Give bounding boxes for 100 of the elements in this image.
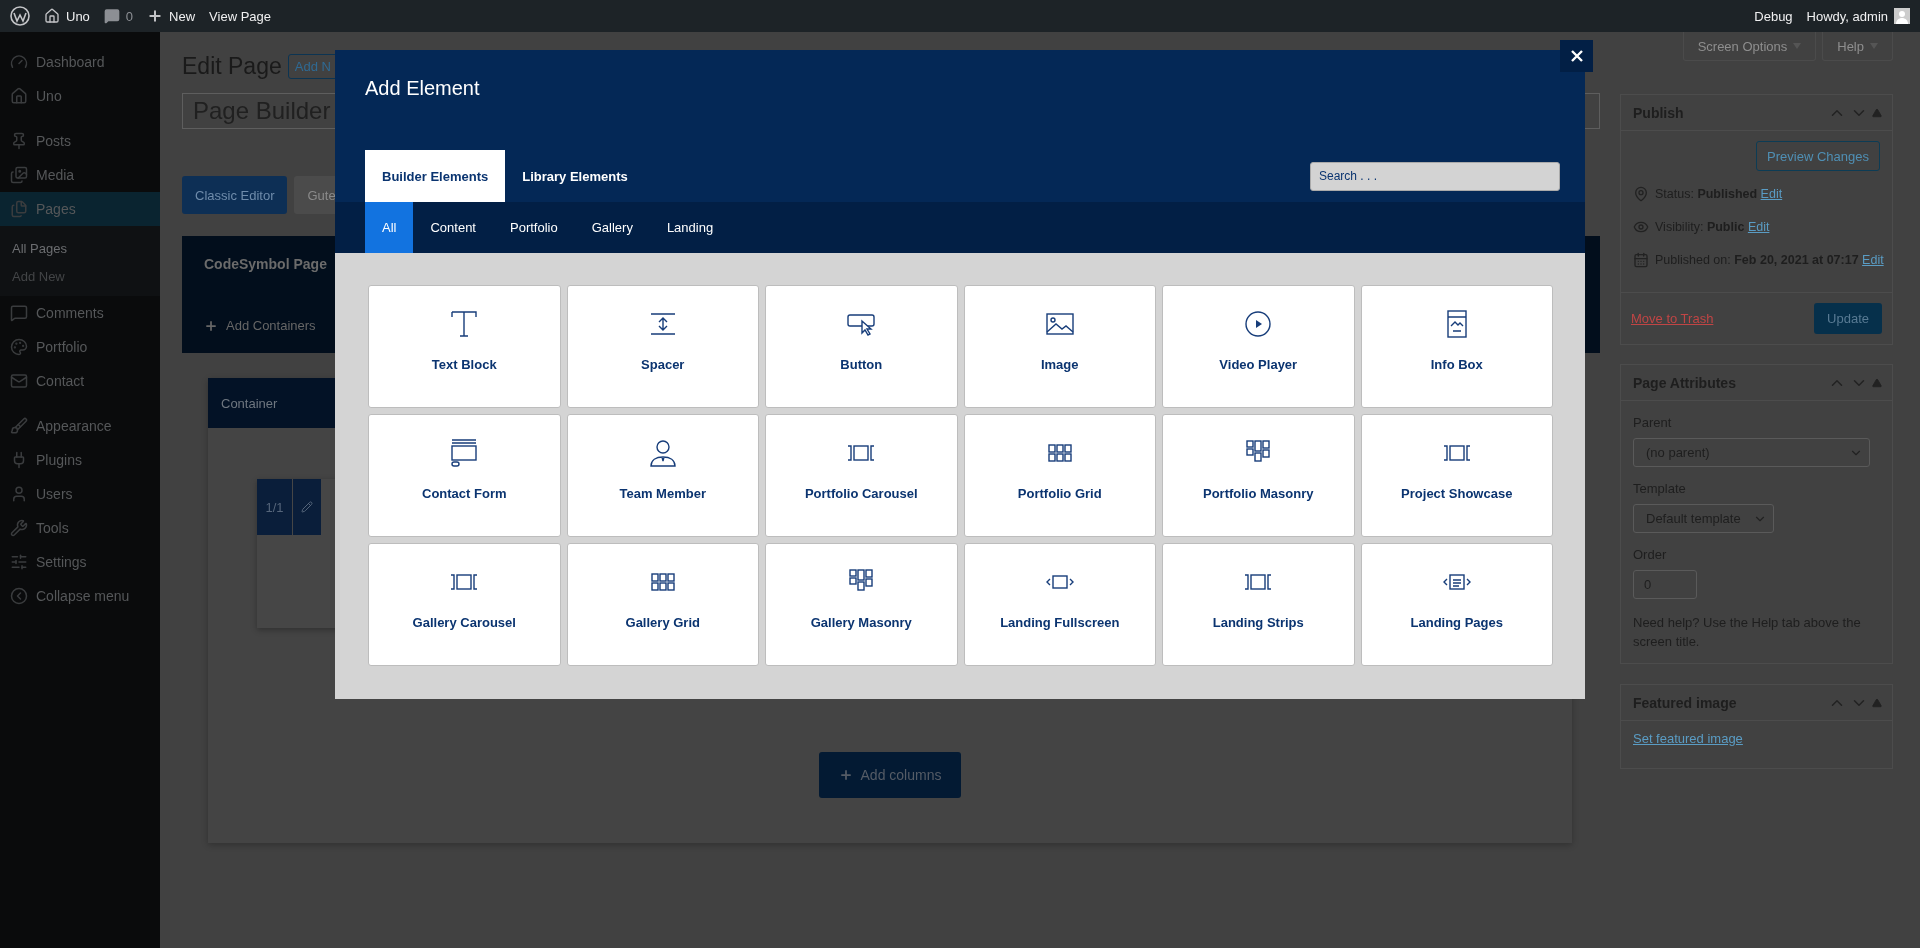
dashboard-icon [10,53,28,71]
element-label: Landing Strips [1212,615,1304,630]
element-label: Text Block [431,357,497,372]
element-card[interactable]: Landing Pages [1360,543,1553,666]
collapse-icon[interactable] [1872,107,1882,118]
collapse-icon[interactable] [1872,697,1882,708]
menu-item[interactable]: Appearance [0,409,160,443]
element-card[interactable]: Gallery Masonry [765,543,958,666]
column-size[interactable]: 1/1 [257,479,292,535]
element-label: Gallery Masonry [810,615,912,630]
featured-image-link[interactable]: Set featured image [1633,731,1743,746]
filter-tab[interactable]: Gallery [574,202,650,253]
element-label: Info Box [1430,357,1483,372]
tab[interactable]: Builder Elements [365,150,506,202]
add-columns-button[interactable]: Add columns [818,752,962,798]
menu-item[interactable]: Collapse menu [0,579,160,613]
wrench-icon [10,519,28,537]
home-icon [10,87,28,105]
element-card[interactable]: Portfolio Grid [963,414,1156,537]
menu-item[interactable]: Portfolio [0,330,160,364]
search-field[interactable]: Search . . . [1310,161,1560,191]
element-card[interactable]: Team Member [566,414,759,537]
edit-link[interactable]: Edit [1747,220,1770,234]
element-card[interactable]: Spacer [566,285,759,408]
element-label: Gallery Carousel [412,615,516,630]
edit-link[interactable]: Edit [1760,187,1783,201]
update-button[interactable]: Update [1814,303,1882,334]
element-card[interactable]: Landing Strips [1162,543,1355,666]
screen-tab-button[interactable]: Screen Options [1682,32,1817,61]
greeting-text: Howdy, admin [1806,8,1888,24]
edit-link[interactable]: Edit [1862,253,1884,267]
submenu-item[interactable]: All Pages [0,234,160,262]
menu-item[interactable]: Pages [0,192,160,226]
collapse-icon[interactable] [1872,377,1882,388]
element-card[interactable]: Button [765,285,958,408]
view-page-link[interactable]: View Page [209,8,272,24]
element-label: Portfolio Masonry [1203,486,1314,501]
filter-tab[interactable]: All [365,202,414,253]
element-label: Image [1040,357,1079,372]
element-label: Gallery Grid [625,615,700,630]
filter-tab[interactable]: Portfolio [493,202,575,253]
dialog-title: Add Element [365,77,481,100]
menu-item[interactable]: Users [0,477,160,511]
element-card[interactable]: Project Showcase [1360,414,1553,537]
images-icon [10,166,28,184]
pin-icon [10,132,28,150]
element-label: Landing Pages [1410,615,1503,630]
element-card[interactable]: Landing Fullscreen [963,543,1156,666]
element-label: Spacer [641,357,685,372]
menu-item[interactable]: Dashboard [0,45,160,79]
element-label: Button [840,357,883,372]
element-label: Landing Fullscreen [1000,615,1120,630]
menu-item[interactable]: Contact [0,364,160,398]
brush-icon [10,417,28,435]
element-card[interactable]: Info Box [1360,285,1553,408]
edit-tool[interactable] [293,479,321,535]
element-card[interactable]: Portfolio Masonry [1162,414,1355,537]
pin-icon [1633,186,1649,202]
close-button[interactable] [1560,40,1593,72]
logo-icon[interactable] [10,6,30,26]
editor-mode-button[interactable]: Classic Editor [182,176,288,214]
avatar-icon [1894,8,1910,24]
palette-icon [10,338,28,356]
preview-button[interactable]: Preview Changes [1756,141,1880,171]
comments-link[interactable]: 0 [103,8,134,24]
eye-icon [1633,219,1649,235]
tab[interactable]: Library Elements [505,150,645,202]
mail-icon [10,372,28,390]
debug-link[interactable]: Debug [1754,8,1793,24]
menu-item[interactable]: Plugins [0,443,160,477]
element-card[interactable]: Portfolio Carousel [765,414,958,537]
menu-item[interactable]: Uno [0,79,160,113]
pencil-icon [301,501,313,513]
element-label: Team Member [619,486,706,501]
plus-icon [838,768,853,782]
element-label: Video Player [1219,357,1298,372]
sliders-icon [10,553,28,571]
menu-item[interactable]: Comments [0,296,160,330]
element-card[interactable]: Text Block [368,285,561,408]
element-card[interactable]: Gallery Grid [566,543,759,666]
collapse-icon [10,587,28,605]
element-card[interactable]: Contact Form [368,414,561,537]
account-menu[interactable]: Howdy, admin [1806,8,1910,24]
menu-item[interactable]: Media [0,158,160,192]
element-card[interactable]: Gallery Carousel [368,543,561,666]
pages-icon [10,200,28,218]
new-link[interactable]: New [147,8,196,24]
filter-tab[interactable]: Content [413,202,493,253]
trash-link[interactable]: Move to Trash [1631,311,1714,326]
close-icon [1570,50,1583,62]
calendar-icon [1633,252,1649,268]
builder-title: CodeSymbol Page [204,256,328,272]
menu-item[interactable]: Tools [0,511,160,545]
filter-tab[interactable]: Landing [649,202,731,253]
element-card[interactable]: Image [963,285,1156,408]
screen-tab-button[interactable]: Help [1822,32,1893,61]
menu-item[interactable]: Settings [0,545,160,579]
site-link[interactable]: Uno [44,8,90,24]
element-card[interactable]: Video Player [1162,285,1355,408]
menu-item[interactable]: Posts [0,124,160,158]
